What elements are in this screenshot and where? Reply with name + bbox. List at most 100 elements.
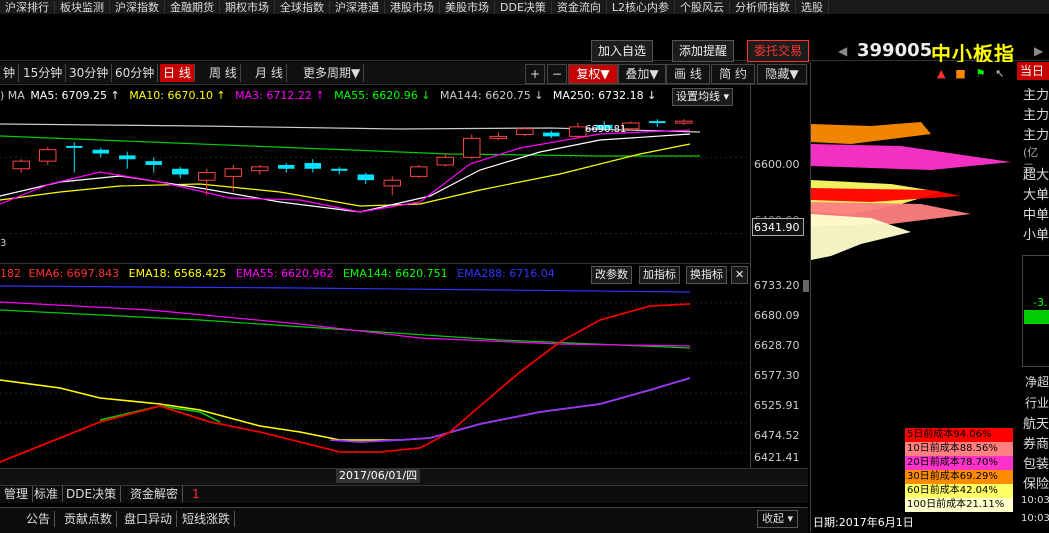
candle-body [543,132,560,137]
add-alert-button[interactable]: 添加提醒 [672,40,735,62]
info-tabs: 公告 贡献点数 盘口异动 短线涨跌 [0,507,808,533]
ma-prefix: ) MA [0,89,25,102]
cursor-icon[interactable]: ↖ [995,67,1004,80]
bottom-tab[interactable]: 标准 [30,486,64,502]
nav-item[interactable]: 沪深排行 [0,1,55,14]
cost-legend-item: 5日前成本94.06% [905,428,1013,442]
candle-body [569,126,587,137]
candle-body [436,156,454,166]
add-watchlist-button[interactable]: 加入自选 [591,40,654,62]
zoom-in-button[interactable]: + [525,64,545,84]
simple-mode-button[interactable]: 简 约 [711,64,755,84]
ema-axis-tick: 6474.52 [754,429,800,442]
indicator-tabs: 管理 标准 DDE决策 资金解密 1 [0,485,808,503]
stock-code: 399005 [857,40,933,61]
ema6-value: EMA6: 6697.843 [28,267,120,280]
bottom-tab[interactable]: 管理 [0,486,34,502]
nav-item[interactable]: 港股市场 [385,1,440,14]
candle-body [66,145,83,148]
today-tab[interactable]: 当日 [1017,62,1049,80]
chip-band [811,144,1011,170]
info-tab[interactable]: 公告 [22,511,56,527]
ema55-value: EMA55: 6620.962 [235,267,334,280]
info-tab[interactable]: 短线涨跌 [178,511,236,527]
cost-tool-icon[interactable]: ■ [955,67,965,80]
period-button[interactable]: 30分钟 [66,64,113,82]
nav-item[interactable]: 选股 [796,1,830,14]
flag-icon[interactable]: ⚑ [976,67,986,80]
bottom-tab[interactable]: DDE决策 [62,486,122,502]
ma55-value: MA55: 6620.96 ↓ [334,89,431,102]
industry-item[interactable]: 券商 [1023,433,1049,452]
prev-stock-icon[interactable]: ◀ [838,44,847,58]
overlay-dropdown[interactable]: 叠加▼ [618,64,666,84]
candle-body [39,149,57,162]
candle-body [224,168,242,177]
ema-axis-tick: 6525.91 [754,399,800,412]
kline-low-label: 3 [0,238,7,249]
price-axis-marker-value: 6341.90 [754,221,800,234]
chip-toolbar: ▲ ■ ⚑ ↖ [937,66,1017,80]
ema-first-value: 182 [0,267,21,280]
candle-body [251,166,269,172]
nav-item[interactable]: L2核心内参 [607,1,676,14]
info-tab[interactable]: 盘口异动 [120,511,178,527]
nav-item[interactable]: 沪深指数 [110,1,165,14]
bottom-tab[interactable]: 资金解密 [126,486,184,502]
fund-row-label: 主力 [1023,88,1049,103]
ema-axis-tick: 6577.30 [754,369,800,382]
nav-item[interactable]: 个股风云 [675,1,731,14]
industry-item[interactable]: 包装 [1023,453,1049,472]
candle-body [278,164,295,169]
candle-body [410,166,428,177]
nav-item[interactable]: 金融期货 [165,1,220,14]
nav-item[interactable]: 资金流向 [552,1,607,14]
nav-item[interactable]: 板块监测 [55,1,110,14]
collapse-handle[interactable] [803,280,809,292]
candle-body [383,179,401,187]
industry-item[interactable]: 航天 [1023,413,1049,432]
ema-chart[interactable] [0,282,750,467]
kline-high-label: 6690.81 [585,124,627,135]
ema18-purple-segment [329,377,691,443]
nav-item[interactable]: 分析师指数 [730,1,797,14]
nav-item[interactable]: DDE决策 [495,1,552,14]
kline-chart[interactable] [0,104,750,264]
ema-axis-tick: 6628.70 [754,339,800,352]
fund-row-label: 超大 [1023,168,1049,183]
entrust-trade-button[interactable]: 委托交易 [747,40,810,62]
nav-item[interactable]: 沪深港通 [330,1,385,14]
chip-band [811,188,961,202]
adjust-price-dropdown[interactable]: 复权▼ [568,64,618,84]
next-stock-icon[interactable]: ▶ [1034,44,1043,58]
chart-tool-icon[interactable]: ▲ [937,67,945,80]
hide-dropdown[interactable]: 隐藏▼ [757,64,807,84]
period-button[interactable]: 更多周期▼ [300,64,365,82]
ma-indicator-row: ) MA MA5: 6709.25 ↑ MA10: 6670.10 ↑ MA3:… [0,89,662,102]
nav-item[interactable]: 期权市场 [220,1,275,14]
period-button[interactable]: 日 线 [160,64,195,82]
period-button[interactable]: 15分钟 [20,64,67,82]
cost-legend-item: 100日前成本21.11% [905,498,1013,512]
bottom-tab[interactable]: 1 [188,486,204,502]
industry-item[interactable]: 保险 [1023,473,1049,492]
price-axis-tick: 6600.00 [754,158,800,171]
candle-body [489,135,507,139]
ema288-line [0,285,691,293]
fund-row-label: 主力 [1023,128,1049,143]
nav-item[interactable]: 美股市场 [440,1,495,14]
period-button[interactable]: 月 线 [252,64,287,82]
ma10-value: MA10: 6670.10 ↑ [129,89,226,102]
nav-item[interactable]: 全球指数 [275,1,330,14]
period-button[interactable]: 周 线 [206,64,241,82]
fund-bar-value: -3. [1033,296,1048,309]
cost-legend-item: 10日前成本88.56% [905,442,1013,456]
draw-line-button[interactable]: 画 线 [666,64,710,84]
collapse-button[interactable]: 收起 ▾ [757,510,799,528]
fund-row-label: 中单 [1023,208,1049,223]
ma144-value: MA144: 6620.75 ↓ [440,89,544,102]
period-button[interactable]: 60分钟 [112,64,159,82]
period-button[interactable]: 钟 [0,64,20,82]
info-tab[interactable]: 贡献点数 [60,511,118,527]
zoom-out-button[interactable]: − [547,64,567,84]
